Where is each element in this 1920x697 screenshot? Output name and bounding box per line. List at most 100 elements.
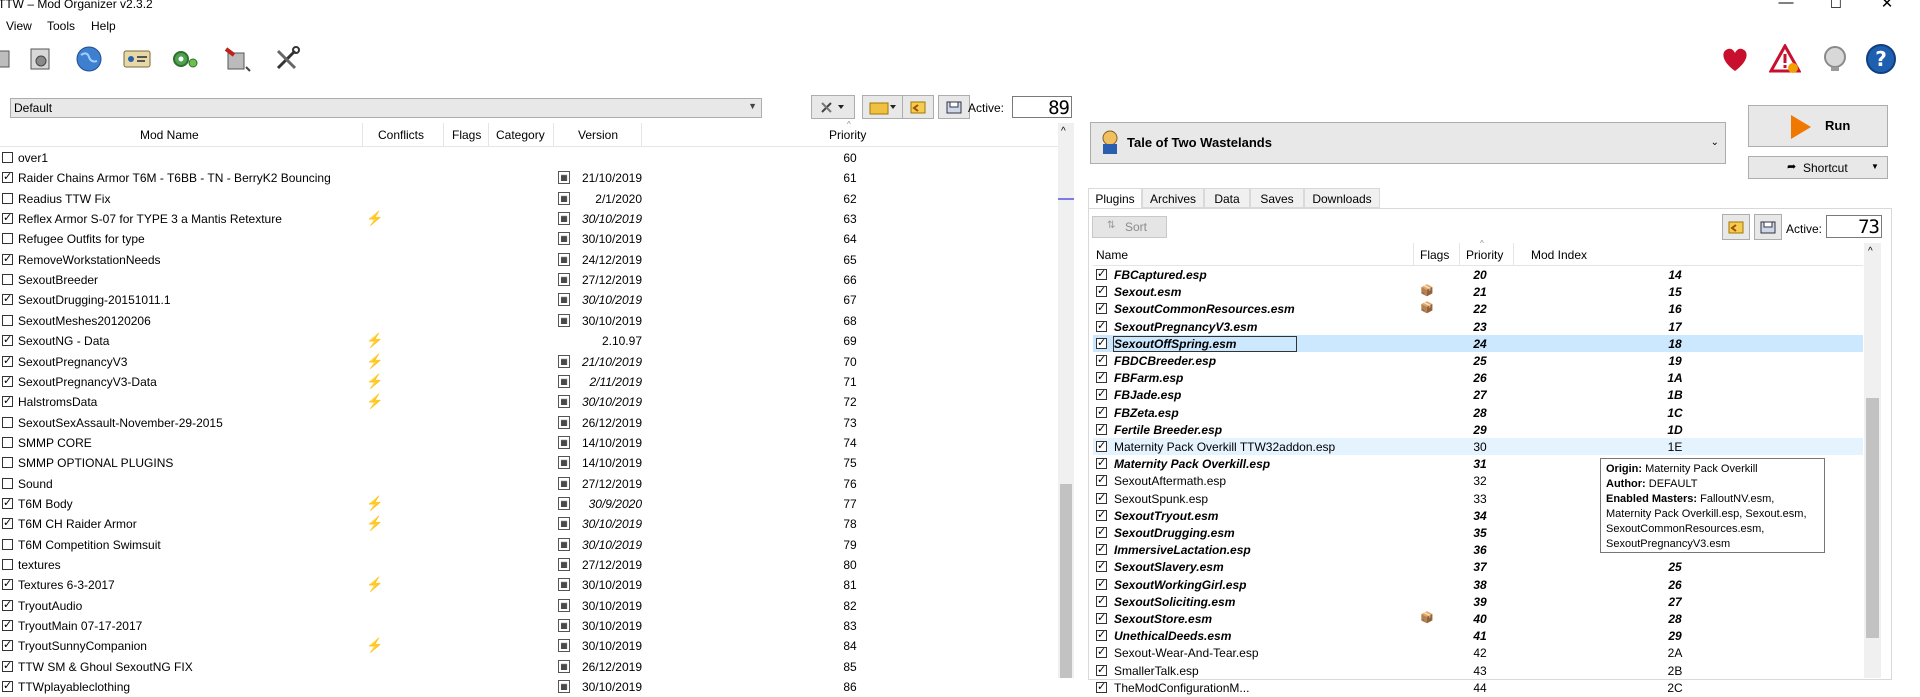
help-icon[interactable]: ? bbox=[1864, 44, 1898, 74]
mod-row[interactable]: ✓ TryoutAudio ▦ 30/10/2019 82 bbox=[0, 596, 1058, 616]
mod-row[interactable]: SexoutSexAssault-November-29-2015 ▦ 26/12/… bbox=[0, 413, 1058, 433]
mod-enabled-checkbox[interactable] bbox=[2, 436, 13, 448]
mod-row[interactable]: ✓ Raider Chains Armor T6M - T6BB - TN - B… bbox=[0, 168, 1058, 188]
maximize-icon[interactable]: ☐ bbox=[1826, 0, 1846, 12]
restore-backup-button[interactable] bbox=[902, 95, 934, 119]
plugin-enabled-checkbox[interactable]: ✓ bbox=[1096, 475, 1107, 487]
wrench-screwdriver-icon[interactable] bbox=[272, 45, 302, 73]
mod-enabled-checkbox[interactable] bbox=[2, 559, 13, 570]
plugin-enabled-checkbox[interactable]: ✓ bbox=[1096, 320, 1107, 332]
mod-row[interactable]: ✓ SexoutPregnancyV3-Data ⚡ ▦ 2/11/2019 71 bbox=[0, 372, 1058, 392]
tab-saves[interactable]: Saves bbox=[1250, 188, 1304, 208]
column-priority[interactable]: Priority bbox=[1466, 248, 1503, 262]
plugin-enabled-checkbox[interactable]: ✓ bbox=[1096, 509, 1107, 521]
mod-enabled-checkbox[interactable]: ✓ bbox=[2, 660, 13, 672]
tab-archives[interactable]: Archives bbox=[1142, 188, 1204, 208]
mod-enabled-checkbox[interactable]: ✓ bbox=[2, 518, 13, 530]
mod-row[interactable]: ✓ SexoutDrugging-20151011.1 ▦ 30/10/2019 67 bbox=[0, 290, 1058, 310]
sort-button[interactable]: ⇅ Sort bbox=[1092, 216, 1167, 238]
executable-select[interactable]: Tale of Two Wastelands ⌄ bbox=[1090, 122, 1726, 164]
plugin-row[interactable]: ✓ SexoutSoliciting.esm 39 27 bbox=[1093, 593, 1863, 610]
mod-enabled-checkbox[interactable] bbox=[2, 314, 13, 326]
open-folder-button[interactable] bbox=[862, 95, 904, 119]
mod-enabled-checkbox[interactable]: ✓ bbox=[2, 355, 13, 367]
scroll-up-icon[interactable]: ^ bbox=[1061, 126, 1066, 137]
mod-enabled-checkbox[interactable] bbox=[2, 538, 13, 550]
mod-row[interactable]: ✓ TryoutMain 07-17-2017 ▦ 30/10/2019 83 bbox=[0, 616, 1058, 636]
plugin-list-scroll-thumb[interactable] bbox=[1866, 398, 1879, 638]
plugin-enabled-checkbox[interactable]: ✓ bbox=[1096, 647, 1107, 659]
mod-row[interactable]: ✓ T6M CH Raider Armor ⚡ ▦ 30/10/2019 78 bbox=[0, 514, 1058, 534]
plugin-enabled-checkbox[interactable]: ✓ bbox=[1096, 630, 1107, 642]
tools-icon[interactable] bbox=[222, 45, 252, 73]
plugin-enabled-checkbox[interactable]: ✓ bbox=[1096, 406, 1107, 418]
restore-plugins-backup-button[interactable] bbox=[1722, 214, 1750, 240]
plugin-row[interactable]: ✓ SexoutStore.esm 📦 40 28 bbox=[1093, 610, 1863, 627]
mod-enabled-checkbox[interactable]: ✓ bbox=[2, 253, 13, 265]
tab-data[interactable]: Data bbox=[1204, 188, 1250, 208]
shortcut-button[interactable]: ➦ Shortcut ▼ bbox=[1748, 156, 1888, 179]
plugin-row[interactable]: ✓ Maternity Pack Overkill TTW32addon.esp 3… bbox=[1093, 438, 1863, 455]
create-plugins-backup-button[interactable] bbox=[1754, 214, 1782, 240]
plugin-enabled-checkbox[interactable]: ✓ bbox=[1096, 595, 1107, 607]
mod-enabled-checkbox[interactable]: ✓ bbox=[2, 681, 13, 693]
update-icon[interactable] bbox=[1818, 45, 1852, 73]
plugin-row[interactable]: ✓ SexoutOffSpring.esm 24 18 bbox=[1093, 334, 1863, 352]
mod-row[interactable]: ✓ TTW SM & Ghoul SexoutNG FIX ▦ 26/12/2019 8… bbox=[0, 657, 1058, 677]
mod-row[interactable]: SMMP OPTIONAL PLUGINS ▦ 14/10/2019 75 bbox=[0, 453, 1058, 473]
column-name[interactable]: Name bbox=[1096, 248, 1128, 262]
mod-row[interactable]: textures ▦ 27/12/2019 80 bbox=[0, 555, 1058, 575]
problems-warning-icon[interactable] bbox=[1766, 44, 1804, 73]
plugin-enabled-checkbox[interactable]: ✓ bbox=[1096, 286, 1107, 298]
plugin-row[interactable]: ✓ SexoutWorkingGirl.esp 38 26 bbox=[1093, 576, 1863, 593]
create-backup-button[interactable] bbox=[938, 95, 970, 119]
column-conflicts[interactable]: Conflicts bbox=[378, 128, 424, 142]
mod-row[interactable]: ✓ T6M Body ⚡ ▦ 30/9/2020 77 bbox=[0, 494, 1058, 514]
scroll-up-icon[interactable]: ^ bbox=[1868, 246, 1873, 257]
plugin-row[interactable]: ✓ Sexout-Wear-And-Tear.esp 42 2A bbox=[1093, 644, 1863, 661]
mod-row[interactable]: ✓ RemoveWorkstationNeeds ▦ 24/12/2019 65 bbox=[0, 250, 1058, 270]
executables-icon[interactable] bbox=[122, 45, 152, 73]
mod-row[interactable]: ✓ TTWplayableclothing ▦ 30/10/2019 86 bbox=[0, 677, 1058, 697]
nexus-globe-icon[interactable] bbox=[74, 45, 104, 73]
mod-enabled-checkbox[interactable]: ✓ bbox=[2, 335, 13, 347]
mod-enabled-checkbox[interactable] bbox=[2, 477, 13, 489]
mod-enabled-checkbox[interactable] bbox=[2, 152, 13, 163]
plugin-enabled-checkbox[interactable]: ✓ bbox=[1096, 544, 1107, 556]
mod-row[interactable]: over1 60 bbox=[0, 148, 1058, 168]
plugin-enabled-checkbox[interactable]: ✓ bbox=[1096, 458, 1107, 470]
mod-actions-button[interactable] bbox=[811, 95, 855, 119]
plugin-row[interactable]: ✓ SexoutSlavery.esm 37 25 bbox=[1093, 558, 1863, 575]
mod-enabled-checkbox[interactable]: ✓ bbox=[2, 640, 13, 652]
mod-enabled-checkbox[interactable]: ✓ bbox=[2, 497, 13, 509]
plugin-enabled-checkbox[interactable]: ✓ bbox=[1096, 527, 1107, 538]
menu-tools[interactable]: Tools bbox=[47, 19, 75, 33]
plugin-row[interactable]: ✓ SexoutPregnancyV3.esm 23 17 bbox=[1093, 318, 1863, 335]
mod-enabled-checkbox[interactable]: ✓ bbox=[2, 579, 13, 591]
plugin-enabled-checkbox[interactable]: ✓ bbox=[1096, 355, 1107, 366]
plugin-enabled-checkbox[interactable]: ✓ bbox=[1096, 613, 1107, 624]
column-mod-name[interactable]: Mod Name bbox=[140, 128, 199, 142]
column-flags[interactable]: Flags bbox=[1420, 248, 1449, 262]
mod-enabled-checkbox[interactable]: ✓ bbox=[2, 172, 13, 184]
settings-gears-icon[interactable] bbox=[170, 45, 200, 73]
mod-row[interactable]: Readius TTW Fix ▦ 2/1/2020 62 bbox=[0, 189, 1058, 209]
mod-row[interactable]: ✓ SexoutPregnancyV3 ⚡ ▦ 21/10/2019 70 bbox=[0, 352, 1058, 372]
plugin-row[interactable]: ✓ SmallerTalk.esp 43 2B bbox=[1093, 662, 1863, 679]
run-button[interactable]: Run bbox=[1748, 105, 1888, 147]
install-archive-icon[interactable] bbox=[0, 45, 16, 73]
plugin-enabled-checkbox[interactable]: ✓ bbox=[1096, 441, 1107, 452]
mod-enabled-checkbox[interactable]: ✓ bbox=[2, 375, 13, 387]
plugin-row[interactable]: ✓ SexoutCommonResources.esm 📦 22 16 bbox=[1093, 300, 1863, 317]
mod-row[interactable]: T6M Competition Swimsuit ▦ 30/10/2019 79 bbox=[0, 535, 1058, 555]
plugin-row[interactable]: ✓ TheModConfigurationM... 44 2C bbox=[1093, 679, 1863, 696]
plugin-row[interactable]: ✓ FBJade.esp 27 1B bbox=[1093, 386, 1863, 403]
mod-enabled-checkbox[interactable]: ✓ bbox=[2, 213, 13, 225]
mod-enabled-checkbox[interactable]: ✓ bbox=[2, 294, 13, 306]
close-icon[interactable]: ✕ bbox=[1877, 0, 1897, 12]
column-version[interactable]: Version bbox=[578, 128, 618, 142]
mod-enabled-checkbox[interactable] bbox=[2, 274, 13, 286]
plugin-row[interactable]: ✓ FBFarm.esp 26 1A bbox=[1093, 369, 1863, 386]
mod-enabled-checkbox[interactable]: ✓ bbox=[2, 599, 13, 611]
plugin-enabled-checkbox[interactable]: ✓ bbox=[1096, 423, 1107, 435]
